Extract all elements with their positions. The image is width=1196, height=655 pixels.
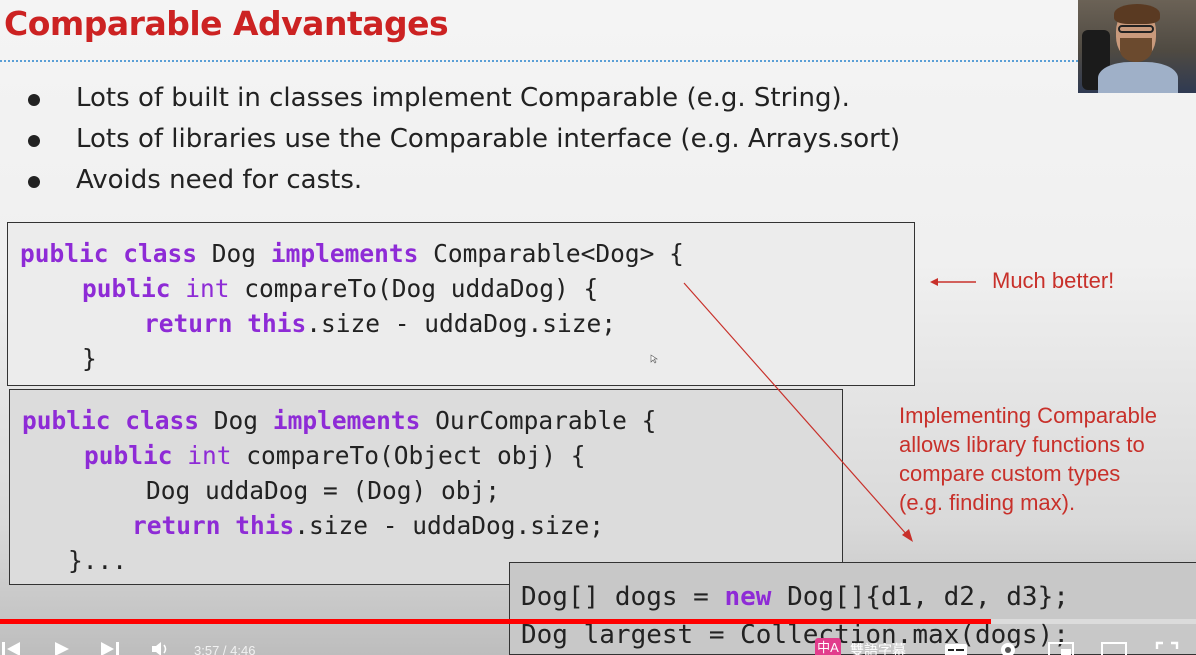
theater-mode-icon[interactable] [1100,639,1128,655]
code-keyword: this [235,511,295,540]
bullet-item: Avoids need for casts. [26,160,900,201]
code-keyword: public [82,274,171,303]
previous-icon[interactable] [0,640,22,655]
code-text: compareTo(Dog uddaDog) { [229,274,599,303]
code-keyword: class [125,406,200,435]
code-keyword: new [724,582,772,612]
bullet-dot [28,176,40,188]
time-display: 3:57 / 4:46 [194,643,256,655]
annotation-line: (e.g. finding max). [899,490,1076,515]
annotation-line: Implementing Comparable [899,403,1158,428]
annotation-line: allows library functions to [899,432,1145,457]
presenter-body [1098,62,1178,93]
bullet-text: Lots of built in classes implement Compa… [76,83,850,113]
bullet-text: Avoids need for casts. [76,165,363,195]
bullet-item: Lots of libraries use the Comparable int… [26,119,900,160]
fullscreen-icon[interactable] [1154,639,1180,655]
code-keyword: int [185,274,230,303]
code-line: Dog[] dogs = new Dog[]{d1, d2, d3}; [521,579,1069,615]
subtitle-badge[interactable]: 中A [815,638,841,655]
code-keyword: int [187,441,232,470]
code-line: return this.size - uddaDog.size; [132,508,604,543]
presenter-hair [1114,4,1160,24]
code-keyword: this [247,309,307,338]
code-text: compareTo(Object obj) { [231,441,586,470]
code-keyword: public [84,441,173,470]
code-keyword: public [20,239,109,268]
code-line: public int compareTo(Dog uddaDog) { [82,271,598,306]
play-icon[interactable] [52,640,72,655]
settings-gear-icon[interactable] [996,638,1020,655]
progress-bar[interactable] [0,619,1196,624]
bullet-item: Lots of built in classes implement Compa… [26,78,900,119]
code-keyword: public [22,406,111,435]
code-text: Dog [197,239,271,268]
code-line: public class Dog implements OurComparabl… [22,403,656,438]
code-line: public class Dog implements Comparable<D… [20,236,684,271]
presenter-glasses [1118,25,1154,33]
code-text: Dog[]{d1, d2, d3}; [771,582,1069,612]
annotation-implementing: Implementing Comparable allows library f… [899,401,1157,517]
annotation-line: compare custom types [899,461,1121,486]
code-keyword: class [123,239,198,268]
bullet-dot [28,94,40,106]
code-keyword: implements [270,239,419,268]
arrow-left-icon [930,278,976,286]
volume-icon[interactable] [150,640,172,655]
presenter-beard [1120,38,1152,62]
slide-title: Comparable Advantages [4,4,449,43]
code-box-comparable: public class Dog implements Comparable<D… [7,222,915,386]
code-keyword: implements [272,406,421,435]
next-icon[interactable] [98,640,122,655]
code-line: Dog uddaDog = (Dog) obj; [146,476,501,505]
code-text: OurComparable { [420,406,657,435]
subtitle-label[interactable]: 雙語字幕 [850,640,906,655]
code-keyword: return [132,511,221,540]
code-keyword: return [144,309,233,338]
code-box-ourcomparable: public class Dog implements OurComparabl… [9,389,843,585]
code-line: }... [68,546,128,575]
annotation-much-better: Much better! [992,268,1115,293]
webcam-overlay [1078,0,1196,93]
code-text: Dog[] dogs = [521,582,725,612]
miniplayer-icon[interactable] [1047,639,1075,655]
title-rule [0,60,1078,62]
bullet-text: Lots of libraries use the Comparable int… [76,124,901,154]
player-controls: 3:57 / 4:46 中A 雙語字幕 [0,626,1196,655]
progress-played [0,619,992,624]
code-text: Dog [199,406,273,435]
captions-icon[interactable] [944,640,968,655]
mouse-cursor-icon [650,354,658,364]
code-text: .size - uddaDog.size; [294,511,605,540]
code-text: .size - uddaDog.size; [306,309,617,338]
code-line: public int compareTo(Object obj) { [84,438,586,473]
bullet-dot [28,135,40,147]
bullet-list: Lots of built in classes implement Compa… [26,78,900,201]
code-line: } [82,344,97,373]
code-line: return this.size - uddaDog.size; [144,306,616,341]
code-text: Comparable<Dog> { [418,239,684,268]
